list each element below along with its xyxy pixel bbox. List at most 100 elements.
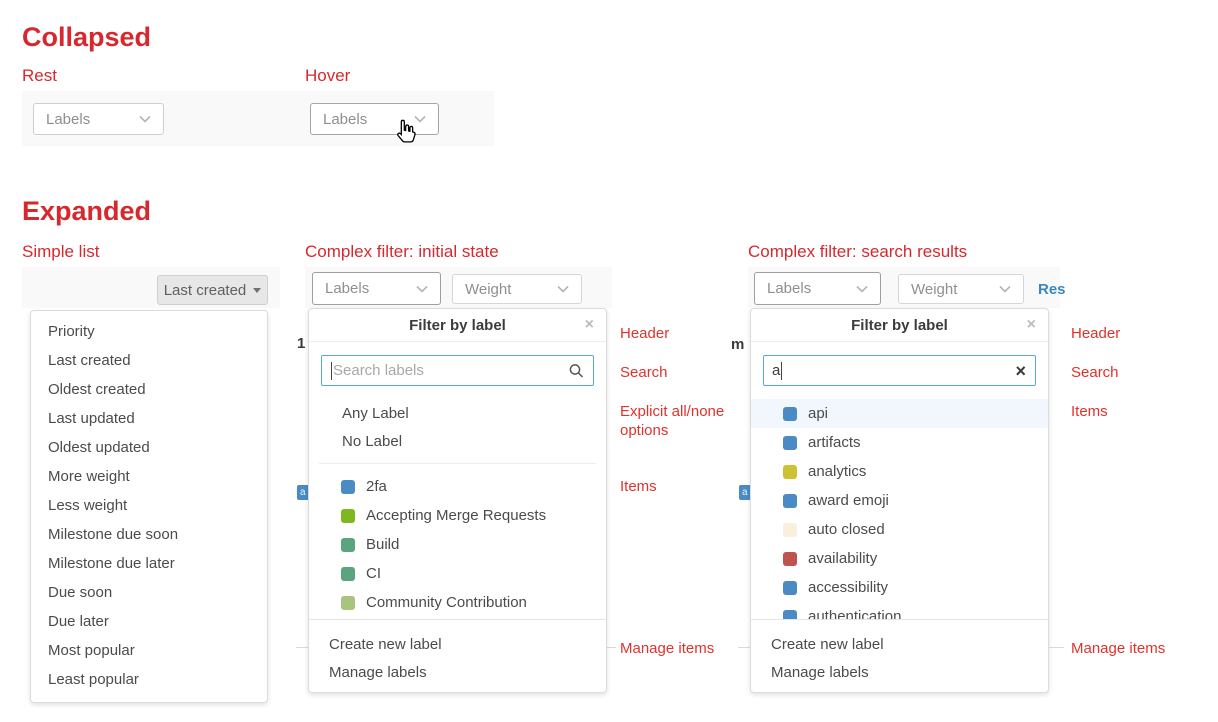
list-item[interactable]: analytics (751, 457, 1048, 486)
list-item-label: api (808, 405, 828, 422)
list-item[interactable]: Build (309, 530, 606, 559)
sort-dropdown-menu: Priority Last created Oldest created Last u… (30, 310, 268, 703)
list-item-label: analytics (808, 463, 866, 480)
annotation-header: Header (620, 324, 669, 343)
text-cursor (331, 362, 332, 380)
list-item[interactable]: Oldest created (31, 375, 267, 404)
label-color-swatch (783, 465, 797, 479)
labels-dropdown-hover[interactable]: Labels (310, 103, 439, 135)
list-item[interactable]: Oldest updated (31, 433, 267, 462)
label-color-swatch (783, 407, 797, 421)
list-item[interactable]: accessibility (751, 573, 1048, 602)
label-color-swatch (783, 581, 797, 595)
chevron-down-icon (416, 285, 428, 293)
annotation-items: Items (1071, 402, 1108, 421)
weight-dropdown-search[interactable]: Weight (898, 274, 1024, 304)
list-item-label: 2fa (366, 478, 387, 495)
labels-dropdown-rest[interactable]: Labels (33, 103, 164, 135)
annotation-leader-line (607, 647, 616, 648)
close-icon[interactable]: × (1027, 317, 1036, 333)
section-title-complex-initial: Complex filter: initial state (305, 242, 499, 262)
annotation-leader-line (738, 647, 750, 648)
weight-dropdown-label: Weight (911, 281, 957, 298)
list-item[interactable]: availability (751, 544, 1048, 573)
label-color-swatch (341, 480, 355, 494)
chevron-down-icon (856, 285, 868, 293)
list-item[interactable]: award emoji (751, 486, 1048, 515)
weight-dropdown-label: Weight (465, 281, 511, 298)
list-item-label: Due soon (48, 584, 112, 601)
labels-dropdown-open-initial[interactable]: Labels (312, 272, 441, 305)
label-color-swatch (783, 552, 797, 566)
list-item[interactable]: Priority (31, 317, 267, 346)
list-item[interactable]: Milestone due later (31, 549, 267, 578)
label-color-swatch (783, 436, 797, 450)
list-item-label: accessibility (808, 579, 888, 596)
close-icon[interactable]: × (585, 317, 594, 333)
label-search-input[interactable]: Search labels (321, 355, 594, 386)
list-item-label: award emoji (808, 492, 889, 509)
simple-list-items: Priority Last created Oldest created Last u… (31, 317, 267, 694)
option-no-label[interactable]: No Label (309, 427, 606, 455)
manage-labels-button[interactable]: Manage labels (309, 658, 606, 686)
list-item[interactable]: authentication (751, 602, 1048, 619)
list-item[interactable]: CI (309, 559, 606, 588)
annotation-leader-line (296, 647, 308, 648)
weight-dropdown-initial[interactable]: Weight (452, 274, 582, 304)
list-item[interactable]: Last updated (31, 404, 267, 433)
list-item[interactable]: Due soon (31, 578, 267, 607)
labels-dropdown-open-search[interactable]: Labels (754, 272, 881, 305)
create-new-label-button[interactable]: Create new label (751, 630, 1048, 658)
list-item-label: Last created (48, 352, 131, 369)
search-icon (569, 363, 584, 378)
list-item-label: Priority (48, 323, 95, 340)
reset-link[interactable]: Res (1038, 281, 1066, 298)
annotation-manage-items: Manage items (1071, 639, 1165, 658)
list-item[interactable]: Accepting Merge Requests (309, 501, 606, 530)
list-item-label: Last updated (48, 410, 135, 427)
list-item[interactable]: api (751, 399, 1048, 428)
label-search-input[interactable]: a × (763, 355, 1036, 386)
list-item[interactable]: Most popular (31, 636, 267, 665)
state-label-hover: Hover (305, 66, 350, 86)
state-label-rest: Rest (22, 66, 57, 86)
list-item-label: Most popular (48, 642, 135, 659)
chevron-down-icon (557, 285, 569, 293)
list-item[interactable]: Due later (31, 607, 267, 636)
label-color-swatch (783, 610, 797, 620)
heading-collapsed: Collapsed (22, 22, 151, 53)
clear-icon[interactable]: × (1015, 362, 1026, 380)
list-item[interactable]: auto closed (751, 515, 1048, 544)
annotation-leader-line (1049, 647, 1064, 648)
list-divider (319, 463, 596, 464)
initial-label-list: 2fa Accepting Merge RequestsBuildCICommun… (309, 472, 606, 617)
section-title-complex-search: Complex filter: search results (748, 242, 967, 262)
label-color-swatch (341, 509, 355, 523)
annotation-search: Search (1071, 363, 1119, 382)
option-any-label[interactable]: Any Label (309, 399, 606, 427)
list-item[interactable]: Last created (31, 346, 267, 375)
create-new-label-button[interactable]: Create new label (309, 630, 606, 658)
labels-dropdown-label: Labels (325, 280, 369, 297)
list-item[interactable]: Community Contribution (309, 588, 606, 617)
sort-dropdown-trigger[interactable]: Last created (157, 275, 268, 305)
list-item[interactable]: Less weight (31, 491, 267, 520)
background-text-fragment: 1 (297, 335, 305, 352)
panel-title: Filter by label (409, 317, 506, 334)
labels-dropdown-label: Labels (767, 280, 811, 297)
list-item-label: Milestone due later (48, 555, 175, 572)
list-item-label: Oldest created (48, 381, 146, 398)
manage-labels-button[interactable]: Manage labels (751, 658, 1048, 686)
label-color-swatch (341, 596, 355, 610)
list-item[interactable]: More weight (31, 462, 267, 491)
list-item-label: Least popular (48, 671, 139, 688)
list-item[interactable]: Milestone due soon (31, 520, 267, 549)
list-item[interactable]: Least popular (31, 665, 267, 694)
list-item-label: auto closed (808, 521, 885, 538)
search-value: a (772, 362, 780, 379)
annotation-header: Header (1071, 324, 1120, 343)
list-item-label: artifacts (808, 434, 861, 451)
list-item[interactable]: artifacts (751, 428, 1048, 457)
labels-dropdown-label: Labels (46, 111, 90, 128)
list-item[interactable]: 2fa (309, 472, 606, 501)
